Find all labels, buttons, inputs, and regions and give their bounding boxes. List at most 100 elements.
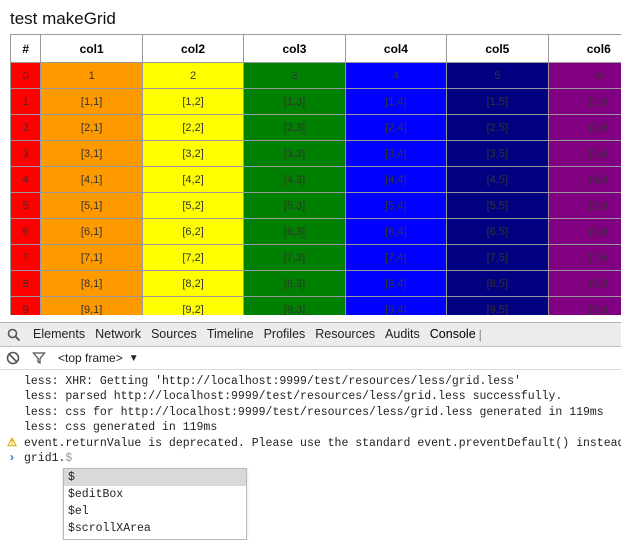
grid-cell[interactable]: 5 [11, 193, 41, 219]
grid-cell[interactable]: [9,3] [244, 297, 345, 316]
grid-cell[interactable]: [4,6 [548, 167, 621, 193]
grid-cell[interactable]: 5 [447, 63, 548, 89]
grid-cell[interactable]: [3,3] [244, 141, 345, 167]
grid-cell[interactable]: 0 [11, 63, 41, 89]
grid-cell[interactable]: [6,2] [142, 219, 243, 245]
header-col2: col2 [142, 35, 243, 63]
grid-cell[interactable]: 6 [11, 219, 41, 245]
grid-cell[interactable]: [5,2] [142, 193, 243, 219]
grid-cell[interactable]: [1,4] [345, 89, 446, 115]
frame-selector[interactable]: <top frame> ▼ [58, 351, 139, 365]
autocomplete-item[interactable]: $editBox [64, 486, 246, 503]
tab-sources[interactable]: Sources [146, 323, 202, 346]
grid-cell[interactable]: [7,3] [244, 245, 345, 271]
autocomplete-item[interactable]: $scrollXArea [64, 520, 246, 537]
grid-cell[interactable]: 7 [11, 245, 41, 271]
grid-cell[interactable]: [2,6 [548, 115, 621, 141]
grid-cell[interactable]: [8,5] [447, 271, 548, 297]
grid-cell[interactable]: 1 [11, 89, 41, 115]
search-icon[interactable] [0, 328, 28, 342]
grid-cell[interactable]: [5,3] [244, 193, 345, 219]
console-input[interactable]: grid1. [24, 452, 65, 465]
grid-cell[interactable]: [1,2] [142, 89, 243, 115]
grid-cell[interactable]: [6,3] [244, 219, 345, 245]
grid-cell[interactable]: [8,6 [548, 271, 621, 297]
autocomplete-item[interactable]: $el [64, 503, 246, 520]
filter-icon[interactable] [26, 351, 52, 365]
grid-cell[interactable]: [8,1] [41, 271, 142, 297]
grid-cell[interactable]: [1,3] [244, 89, 345, 115]
grid-cell[interactable]: [2,5] [447, 115, 548, 141]
grid-cell[interactable]: 1 [41, 63, 142, 89]
grid-cell[interactable]: [2,4] [345, 115, 446, 141]
grid-cell[interactable]: [9,4] [345, 297, 446, 316]
grid-cell[interactable]: [9,2] [142, 297, 243, 316]
tab-audits[interactable]: Audits [380, 323, 425, 346]
grid-cell[interactable]: [8,2] [142, 271, 243, 297]
grid-cell[interactable]: [2,1] [41, 115, 142, 141]
grid-cell[interactable]: [1,1] [41, 89, 142, 115]
prompt-chevron-icon: › [6, 451, 18, 466]
tab-timeline[interactable]: Timeline [202, 323, 259, 346]
grid-cell[interactable]: [4,1] [41, 167, 142, 193]
grid-cell[interactable]: 3 [11, 141, 41, 167]
console-output: less: XHR: Getting 'http://localhost:999… [0, 370, 621, 466]
console-message: less: XHR: Getting 'http://localhost:999… [24, 375, 521, 388]
grid-cell[interactable]: 6 [548, 63, 621, 89]
grid-cell[interactable]: [7,6 [548, 245, 621, 271]
grid-cell[interactable]: [7,1] [41, 245, 142, 271]
grid-cell[interactable]: [3,1] [41, 141, 142, 167]
grid-cell[interactable]: [5,5] [447, 193, 548, 219]
grid-cell[interactable]: [4,2] [142, 167, 243, 193]
grid-cell[interactable]: [7,5] [447, 245, 548, 271]
grid-cell[interactable]: [3,4] [345, 141, 446, 167]
grid-cell[interactable]: 4 [345, 63, 446, 89]
grid-cell[interactable]: [7,4] [345, 245, 446, 271]
tab-network[interactable]: Network [90, 323, 146, 346]
grid-cell[interactable]: [6,5] [447, 219, 548, 245]
grid-cell[interactable]: [5,4] [345, 193, 446, 219]
header-col6: col6 [548, 35, 621, 63]
grid-cell[interactable]: [6,6 [548, 219, 621, 245]
grid-cell[interactable]: 9 [11, 297, 41, 316]
grid-cell[interactable]: [4,3] [244, 167, 345, 193]
tab-console[interactable]: Console [425, 323, 481, 346]
grid-cell[interactable]: [9,6 [548, 297, 621, 316]
table-row: 3[3,1][3,2][3,3][3,4][3,5][3,6 [11, 141, 621, 167]
grid-cell[interactable]: 2 [142, 63, 243, 89]
grid-cell[interactable]: [4,4] [345, 167, 446, 193]
tab-resources[interactable]: Resources [310, 323, 380, 346]
grid-cell[interactable]: [6,4] [345, 219, 446, 245]
grid-cell[interactable]: [6,1] [41, 219, 142, 245]
grid-cell[interactable]: [3,5] [447, 141, 548, 167]
inline-suggestion: $ [65, 452, 72, 465]
grid-cell[interactable]: [3,6 [548, 141, 621, 167]
grid-cell[interactable]: 2 [11, 115, 41, 141]
header-col1: col1 [41, 35, 142, 63]
grid-cell[interactable]: 4 [11, 167, 41, 193]
console-prompt[interactable]: › grid1.$ [0, 451, 621, 466]
tab-elements[interactable]: Elements [28, 323, 90, 346]
console-log-line: less: parsed http://localhost:9999/test/… [0, 389, 621, 404]
grid-cell[interactable]: [8,3] [244, 271, 345, 297]
grid-body: 01234561[1,1][1,2][1,3][1,4][1,5][1,62[2… [11, 63, 621, 316]
console-warning: ⚠event.returnValue is deprecated. Please… [0, 436, 621, 451]
grid-cell[interactable]: [9,1] [41, 297, 142, 316]
grid-cell[interactable]: [1,6 [548, 89, 621, 115]
table-row: 8[8,1][8,2][8,3][8,4][8,5][8,6 [11, 271, 621, 297]
grid-cell[interactable]: [4,5] [447, 167, 548, 193]
grid-cell[interactable]: [1,5] [447, 89, 548, 115]
autocomplete-item[interactable]: $ [64, 469, 246, 486]
clear-console-icon[interactable] [0, 351, 26, 365]
grid-cell[interactable]: [7,2] [142, 245, 243, 271]
grid-cell[interactable]: [8,4] [345, 271, 446, 297]
tab-profiles[interactable]: Profiles [259, 323, 311, 346]
grid-cell[interactable]: [5,1] [41, 193, 142, 219]
grid-cell[interactable]: [2,3] [244, 115, 345, 141]
grid-cell[interactable]: [5,6 [548, 193, 621, 219]
grid-cell[interactable]: [2,2] [142, 115, 243, 141]
grid-cell[interactable]: 8 [11, 271, 41, 297]
grid-cell[interactable]: 3 [244, 63, 345, 89]
grid-cell[interactable]: [9,5] [447, 297, 548, 316]
grid-cell[interactable]: [3,2] [142, 141, 243, 167]
